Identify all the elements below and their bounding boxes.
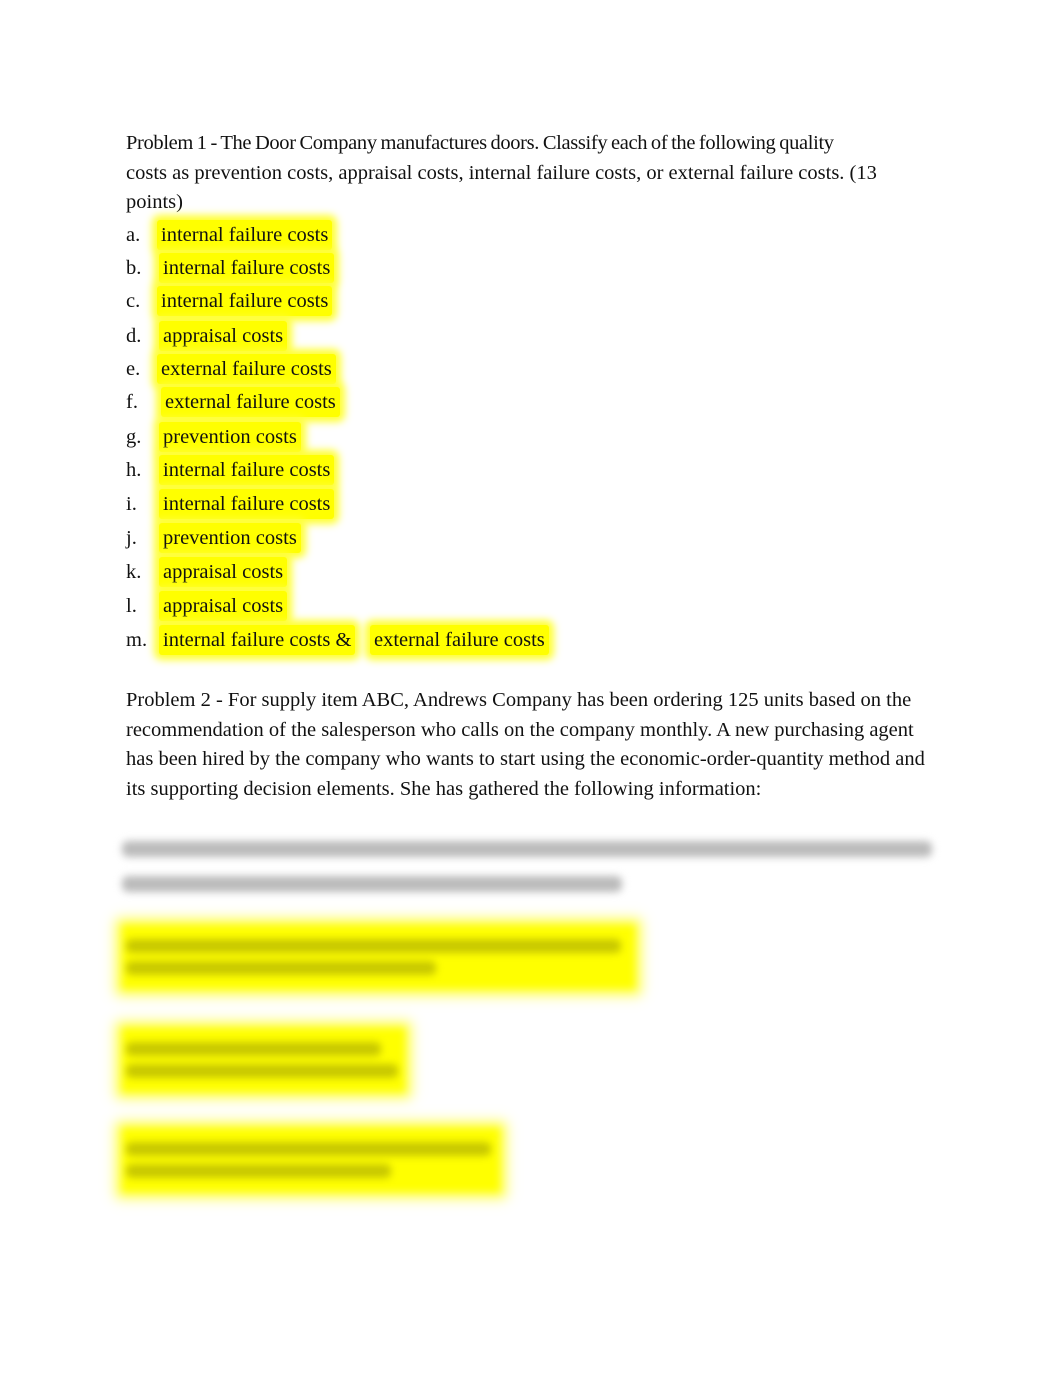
answer-label: e. [126,358,141,380]
blurred-text-line [126,1042,381,1056]
answer-highlight: internal failure costs & [159,625,356,655]
problem-2-line: recommendation of the salesperson who ca… [126,718,914,741]
problem-1-line: costs as prevention costs, appraisal cos… [126,161,877,184]
answer-label: l. [126,595,137,617]
problem-2-line: has been hired by the company who wants … [126,748,925,770]
problem-1-statement: Problem 1 - The Door Company manufacture… [126,129,946,218]
blurred-text-line [126,961,436,975]
answer-label: h. [126,459,142,481]
problem-2-statement: Problem 2 - For supply item ABC, Andrews… [126,686,946,804]
blurred-text-line [126,1164,391,1178]
answer-label: g. [126,426,142,448]
answer-highlight: internal failure costs [159,489,335,519]
answer-label: k. [126,561,142,583]
answer-highlight: external failure costs [157,354,336,384]
blurred-orders-per-year-answer [122,1128,500,1192]
answer-label: m. [126,629,148,651]
problem-2-line: its supporting decision elements. She ha… [126,777,762,800]
problem-1-line: Problem 1 - The Door Company manufacture… [126,132,834,154]
blurred-average-inventory-answer [122,1028,405,1092]
answer-highlight: prevention costs [159,523,301,553]
problem-2-line: Problem 2 - For supply item ABC, Andrews… [126,689,912,711]
blurred-text-line [126,939,621,953]
answer-highlight: appraisal costs [159,557,288,587]
answer-highlight: prevention costs [159,422,301,452]
answer-highlight: appraisal costs [159,591,288,621]
answer-highlight: internal failure costs [157,220,333,250]
answer-highlight: appraisal costs [159,321,288,351]
blurred-eoq-answer [122,925,635,989]
answer-highlight: internal failure costs [157,286,333,316]
blurred-highlight-block [122,1128,500,1192]
answer-highlight: internal failure costs [159,455,335,485]
problem-1-line: points) [126,191,183,213]
blurred-highlight-block [122,1028,405,1092]
blurred-text-line [122,841,932,857]
blurred-text-line [122,876,622,892]
blurred-text-line [126,1142,491,1156]
answer-label: d. [126,325,142,347]
answer-highlight: external failure costs [161,387,340,417]
answer-label: i. [126,493,137,515]
answer-label: j. [126,527,137,549]
answer-label: b. [126,257,142,279]
answer-highlight: internal failure costs [159,253,335,283]
blurred-text-line [126,1064,398,1078]
answer-label: f. [126,391,138,413]
blurred-instructions [122,834,932,904]
answer-label: a. [126,224,141,246]
answer-label: c. [126,290,141,312]
answer-highlight-secondary: external failure costs [370,625,549,655]
blurred-highlight-block [122,925,635,989]
